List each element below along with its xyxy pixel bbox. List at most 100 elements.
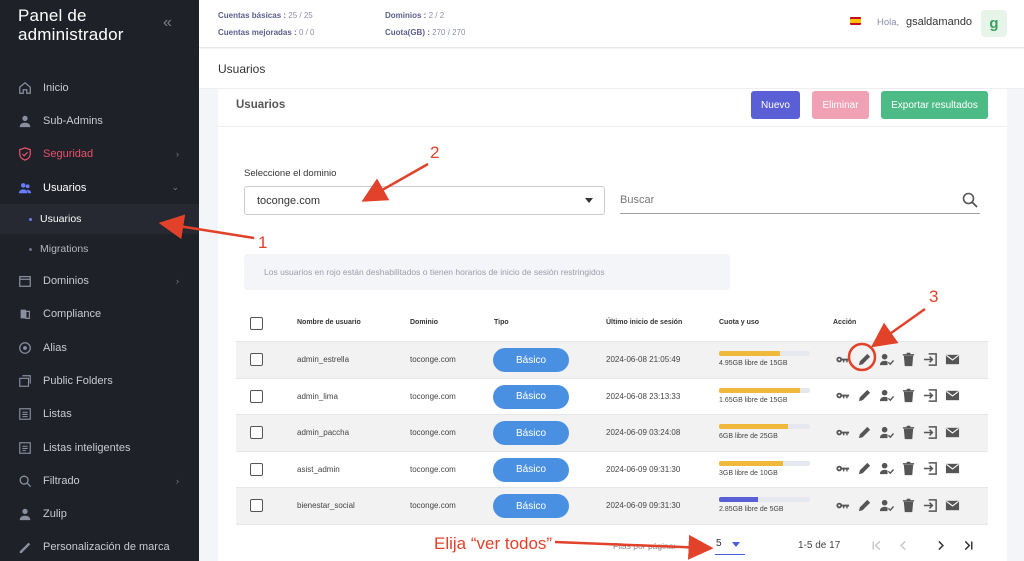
row-checkbox[interactable] <box>250 353 263 366</box>
col-domain[interactable]: Dominio <box>410 319 438 326</box>
sidebar-item-sub-admins[interactable]: Sub-Admins <box>0 104 199 137</box>
last-page-icon[interactable] <box>961 538 975 552</box>
mail-icon[interactable] <box>944 388 961 404</box>
table-row[interactable]: bienestar_social toconge.com Básico 2024… <box>236 488 988 525</box>
user-check-icon[interactable] <box>878 461 895 477</box>
quota-bar <box>719 424 810 429</box>
key-icon[interactable] <box>834 388 851 404</box>
row-actions <box>834 424 961 440</box>
sidebar-item-public-folders[interactable]: Public Folders <box>0 364 199 397</box>
key-icon[interactable] <box>834 461 851 477</box>
login-arrow-icon[interactable] <box>922 461 939 477</box>
quota-fill <box>719 460 783 466</box>
key-icon[interactable] <box>834 351 851 367</box>
cell-domain: toconge.com <box>410 355 456 364</box>
next-page-icon[interactable] <box>933 538 947 552</box>
sidebar-item-usuarios[interactable]: Usuarios ⌄ <box>0 171 199 204</box>
sidebar-item-inicio[interactable]: Inicio <box>0 71 199 104</box>
col-last-login[interactable]: Último inicio de sesión <box>606 319 682 326</box>
user-name[interactable]: gsaldamando <box>906 16 972 28</box>
page-range: 1-5 de 17 <box>798 540 841 551</box>
key-icon[interactable] <box>834 497 851 513</box>
search-input[interactable] <box>620 186 980 214</box>
rows-per-page-select[interactable]: 5 <box>715 538 745 555</box>
sidebar-item-dominios[interactable]: Dominios › <box>0 264 199 297</box>
row-checkbox[interactable] <box>250 499 263 512</box>
sidebar-item-seguridad[interactable]: Seguridad › <box>0 137 199 170</box>
person-icon <box>17 113 33 129</box>
search-icon[interactable] <box>962 192 978 208</box>
col-type[interactable]: Tipo <box>494 319 509 326</box>
row-checkbox[interactable] <box>250 462 263 476</box>
trash-icon[interactable] <box>900 424 917 440</box>
cell-username: asist_admin <box>297 464 340 474</box>
key-icon[interactable] <box>834 424 851 440</box>
quota-text: 3GB libre de 10GB <box>719 469 778 477</box>
sidebar-item-compliance[interactable]: Compliance <box>0 297 199 330</box>
sidebar-item-listas[interactable]: Listas <box>0 397 199 430</box>
prev-page-icon[interactable] <box>896 538 910 552</box>
sidebar-item-zulip[interactable]: Zulip <box>0 497 199 530</box>
cell-domain: toconge.com <box>410 501 456 510</box>
mail-icon[interactable] <box>944 351 961 367</box>
table-row[interactable]: asist_admin toconge.com Básico 2024-06-0… <box>236 452 988 488</box>
edit-pencil-icon[interactable] <box>856 461 873 477</box>
mail-icon[interactable] <box>944 424 961 440</box>
user-check-icon[interactable] <box>878 424 895 440</box>
cell-username: bienestar_social <box>297 501 355 510</box>
new-button[interactable]: Nuevo <box>751 91 800 119</box>
sidebar-subitem-migrations[interactable]: Migrations <box>0 234 199 264</box>
row-checkbox[interactable] <box>250 389 263 403</box>
login-arrow-icon[interactable] <box>922 497 939 513</box>
sidebar-item-label: Seguridad <box>43 147 94 160</box>
sidebar-subitem-label: Migrations <box>40 243 89 255</box>
export-button[interactable]: Exportar resultados <box>881 91 988 119</box>
brand-title: Panel de administrador <box>18 6 124 44</box>
collapse-sidebar-icon[interactable]: « <box>163 14 172 32</box>
sidebar-item-alias[interactable]: Alias <box>0 331 199 364</box>
delete-button[interactable]: Eliminar <box>812 91 869 119</box>
chevron-down-icon: ⌄ <box>171 182 179 192</box>
greeting: Hola, <box>877 17 900 28</box>
login-arrow-icon[interactable] <box>922 351 939 367</box>
domain-select[interactable]: toconge.com <box>244 186 605 215</box>
login-arrow-icon[interactable] <box>922 424 939 440</box>
sidebar-item-personalizacion[interactable]: Personalización de marca <box>0 530 199 561</box>
table-row[interactable]: admin_lima toconge.com Básico 2024-06-08… <box>236 379 988 415</box>
first-page-icon[interactable] <box>869 538 883 552</box>
sidebar-item-listas-inteligentes[interactable]: Listas inteligentes <box>0 431 199 464</box>
col-quota[interactable]: Cuota y uso <box>719 319 759 326</box>
quota-bar <box>719 497 810 502</box>
trash-icon[interactable] <box>900 351 917 367</box>
table-row[interactable]: admin_estrella toconge.com Básico 2024-0… <box>236 342 988 379</box>
mail-icon[interactable] <box>944 497 961 513</box>
cell-username: admin_estrella <box>297 355 350 364</box>
home-icon <box>17 80 33 96</box>
user-check-icon[interactable] <box>878 497 895 513</box>
edit-pencil-icon[interactable] <box>856 497 873 513</box>
avatar[interactable]: g <box>981 10 1007 37</box>
sidebar-item-label: Zulip <box>43 507 67 520</box>
col-username[interactable]: Nombre de usuario <box>297 319 361 326</box>
spain-flag-icon[interactable] <box>850 17 861 25</box>
table-row[interactable]: admin_paccha toconge.com Básico 2024-06-… <box>236 415 988 452</box>
trash-icon[interactable] <box>900 497 917 513</box>
select-underline <box>715 554 745 555</box>
trash-icon[interactable] <box>900 461 917 477</box>
select-all-checkbox[interactable] <box>250 317 263 330</box>
sidebar-item-filtrado[interactable]: Filtrado › <box>0 464 199 497</box>
edit-pencil-icon[interactable] <box>856 388 873 404</box>
quota-bar <box>719 460 810 466</box>
annotation-number-1: 1 <box>258 233 268 252</box>
sidebar-subitem-usuarios[interactable]: Usuarios <box>0 204 199 234</box>
quota-text: 6GB libre de 25GB <box>719 433 778 440</box>
user-check-icon[interactable] <box>878 351 895 367</box>
edit-pencil-icon[interactable] <box>856 351 873 367</box>
row-checkbox[interactable] <box>250 426 263 439</box>
user-check-icon[interactable] <box>878 388 895 404</box>
edit-pencil-icon[interactable] <box>856 424 873 440</box>
login-arrow-icon[interactable] <box>922 388 939 404</box>
mail-icon[interactable] <box>944 461 961 477</box>
alias-icon <box>17 340 33 356</box>
trash-icon[interactable] <box>900 388 917 404</box>
